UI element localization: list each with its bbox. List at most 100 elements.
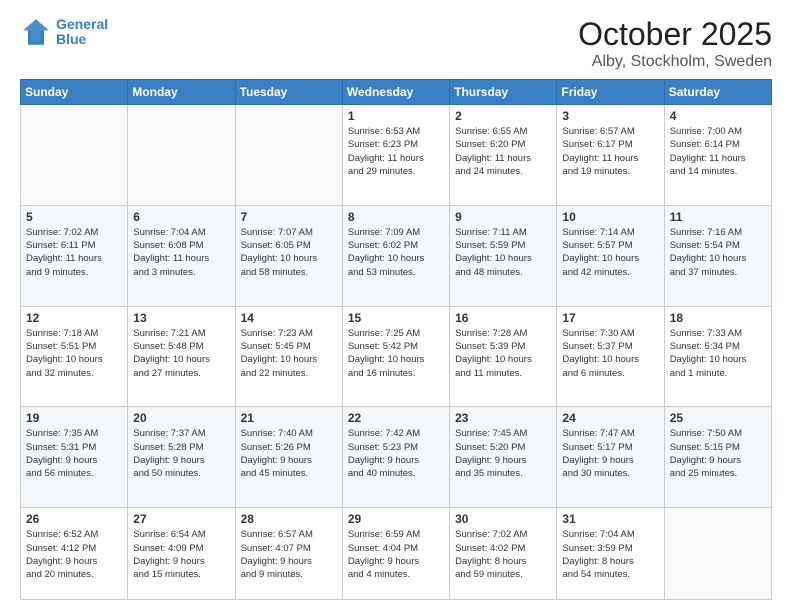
day-header-tuesday: Tuesday	[235, 80, 342, 105]
day-info: Sunrise: 6:55 AM Sunset: 6:20 PM Dayligh…	[455, 125, 551, 178]
day-info: Sunrise: 7:21 AM Sunset: 5:48 PM Dayligh…	[133, 327, 229, 380]
calendar-cell: 5Sunrise: 7:02 AM Sunset: 6:11 PM Daylig…	[21, 205, 128, 306]
day-number: 17	[562, 311, 658, 325]
day-number: 23	[455, 411, 551, 425]
calendar-cell	[235, 105, 342, 206]
day-number: 31	[562, 512, 658, 526]
day-info: Sunrise: 6:54 AM Sunset: 4:09 PM Dayligh…	[133, 528, 229, 581]
calendar-cell: 30 Sunrise: 7:02 AM Sunset: 4:02 PM Dayli…	[450, 508, 557, 600]
day-info: Sunrise: 7:02 AM Sunset: 4:02 PM Dayligh…	[455, 528, 551, 581]
day-info: Sunrise: 6:59 AM Sunset: 4:04 PM Dayligh…	[348, 528, 444, 581]
day-info: Sunrise: 7:09 AM Sunset: 6:02 PM Dayligh…	[348, 226, 444, 279]
day-number: 15	[348, 311, 444, 325]
calendar-cell	[21, 105, 128, 206]
day-number: 5	[26, 210, 122, 224]
day-number: 11	[670, 210, 766, 224]
logo-text: General Blue	[56, 17, 108, 48]
calendar-cell	[128, 105, 235, 206]
day-number: 6	[133, 210, 229, 224]
calendar-cell: 22 Sunrise: 7:42 AM Sunset: 5:23 PM Dayli…	[342, 407, 449, 508]
day-info: Sunrise: 7:50 AM Sunset: 5:15 PM Dayligh…	[670, 427, 766, 480]
calendar-cell: 14Sunrise: 7:23 AM Sunset: 5:45 PM Dayli…	[235, 306, 342, 407]
day-header-monday: Monday	[128, 80, 235, 105]
day-number: 26	[26, 512, 122, 526]
day-number: 9	[455, 210, 551, 224]
calendar-cell: 27 Sunrise: 6:54 AM Sunset: 4:09 PM Dayli…	[128, 508, 235, 600]
day-info: Sunrise: 6:57 AM Sunset: 4:07 PM Dayligh…	[241, 528, 337, 581]
day-number: 27	[133, 512, 229, 526]
calendar-cell: 25 Sunrise: 7:50 AM Sunset: 5:15 PM Dayli…	[664, 407, 771, 508]
day-number: 22	[348, 411, 444, 425]
calendar-cell: 11 Sunrise: 7:16 AM Sunset: 5:54 PM Dayli…	[664, 205, 771, 306]
logo-line1: General	[56, 16, 108, 32]
day-number: 2	[455, 109, 551, 123]
day-info: Sunrise: 7:25 AM Sunset: 5:42 PM Dayligh…	[348, 327, 444, 380]
calendar-cell: 12Sunrise: 7:18 AM Sunset: 5:51 PM Dayli…	[21, 306, 128, 407]
calendar-cell: 13Sunrise: 7:21 AM Sunset: 5:48 PM Dayli…	[128, 306, 235, 407]
subtitle: Alby, Stockholm, Sweden	[578, 53, 772, 71]
calendar-week-row: 5Sunrise: 7:02 AM Sunset: 6:11 PM Daylig…	[21, 205, 772, 306]
day-number: 19	[26, 411, 122, 425]
day-number: 29	[348, 512, 444, 526]
main-title: October 2025	[578, 16, 772, 53]
day-number: 30	[455, 512, 551, 526]
calendar-cell: 1Sunrise: 6:53 AM Sunset: 6:23 PM Daylig…	[342, 105, 449, 206]
day-number: 8	[348, 210, 444, 224]
calendar-cell: 15 Sunrise: 7:25 AM Sunset: 5:42 PM Dayli…	[342, 306, 449, 407]
calendar-cell: 7Sunrise: 7:07 AM Sunset: 6:05 PM Daylig…	[235, 205, 342, 306]
calendar-cell: 17Sunrise: 7:30 AM Sunset: 5:37 PM Dayli…	[557, 306, 664, 407]
day-info: Sunrise: 7:28 AM Sunset: 5:39 PM Dayligh…	[455, 327, 551, 380]
day-info: Sunrise: 7:00 AM Sunset: 6:14 PM Dayligh…	[670, 125, 766, 178]
calendar-cell: 24 Sunrise: 7:47 AM Sunset: 5:17 PM Dayli…	[557, 407, 664, 508]
day-info: Sunrise: 7:47 AM Sunset: 5:17 PM Dayligh…	[562, 427, 658, 480]
day-info: Sunrise: 7:16 AM Sunset: 5:54 PM Dayligh…	[670, 226, 766, 279]
day-number: 25	[670, 411, 766, 425]
day-number: 21	[241, 411, 337, 425]
day-header-wednesday: Wednesday	[342, 80, 449, 105]
calendar-cell: 20Sunrise: 7:37 AM Sunset: 5:28 PM Dayli…	[128, 407, 235, 508]
day-info: Sunrise: 6:52 AM Sunset: 4:12 PM Dayligh…	[26, 528, 122, 581]
day-info: Sunrise: 7:45 AM Sunset: 5:20 PM Dayligh…	[455, 427, 551, 480]
day-number: 16	[455, 311, 551, 325]
day-number: 20	[133, 411, 229, 425]
page: General Blue October 2025 Alby, Stockhol…	[0, 0, 792, 612]
day-number: 28	[241, 512, 337, 526]
day-info: Sunrise: 7:42 AM Sunset: 5:23 PM Dayligh…	[348, 427, 444, 480]
calendar-cell	[664, 508, 771, 600]
header: General Blue October 2025 Alby, Stockhol…	[20, 16, 772, 71]
day-number: 24	[562, 411, 658, 425]
day-info: Sunrise: 7:18 AM Sunset: 5:51 PM Dayligh…	[26, 327, 122, 380]
day-info: Sunrise: 7:33 AM Sunset: 5:34 PM Dayligh…	[670, 327, 766, 380]
day-info: Sunrise: 7:04 AM Sunset: 3:59 PM Dayligh…	[562, 528, 658, 581]
day-header-saturday: Saturday	[664, 80, 771, 105]
calendar-cell: 6 Sunrise: 7:04 AM Sunset: 6:08 PM Daylig…	[128, 205, 235, 306]
day-info: Sunrise: 7:14 AM Sunset: 5:57 PM Dayligh…	[562, 226, 658, 279]
calendar-cell: 2 Sunrise: 6:55 AM Sunset: 6:20 PM Daylig…	[450, 105, 557, 206]
calendar-cell: 3Sunrise: 6:57 AM Sunset: 6:17 PM Daylig…	[557, 105, 664, 206]
calendar-cell: 29 Sunrise: 6:59 AM Sunset: 4:04 PM Dayli…	[342, 508, 449, 600]
day-info: Sunrise: 7:04 AM Sunset: 6:08 PM Dayligh…	[133, 226, 229, 279]
day-number: 10	[562, 210, 658, 224]
calendar-cell: 19Sunrise: 7:35 AM Sunset: 5:31 PM Dayli…	[21, 407, 128, 508]
calendar-cell: 31 Sunrise: 7:04 AM Sunset: 3:59 PM Dayli…	[557, 508, 664, 600]
day-header-thursday: Thursday	[450, 80, 557, 105]
calendar-table: SundayMondayTuesdayWednesdayThursdayFrid…	[20, 79, 772, 600]
day-info: Sunrise: 6:57 AM Sunset: 6:17 PM Dayligh…	[562, 125, 658, 178]
logo: General Blue	[20, 16, 108, 48]
calendar-cell: 8 Sunrise: 7:09 AM Sunset: 6:02 PM Daylig…	[342, 205, 449, 306]
day-header-sunday: Sunday	[21, 80, 128, 105]
calendar-cell: 4Sunrise: 7:00 AM Sunset: 6:14 PM Daylig…	[664, 105, 771, 206]
day-number: 7	[241, 210, 337, 224]
calendar-week-row: 1Sunrise: 6:53 AM Sunset: 6:23 PM Daylig…	[21, 105, 772, 206]
day-number: 18	[670, 311, 766, 325]
logo-icon	[20, 16, 52, 48]
day-number: 14	[241, 311, 337, 325]
calendar-week-row: 19Sunrise: 7:35 AM Sunset: 5:31 PM Dayli…	[21, 407, 772, 508]
calendar-cell: 28 Sunrise: 6:57 AM Sunset: 4:07 PM Dayli…	[235, 508, 342, 600]
day-header-friday: Friday	[557, 80, 664, 105]
day-info: Sunrise: 7:40 AM Sunset: 5:26 PM Dayligh…	[241, 427, 337, 480]
day-info: Sunrise: 6:53 AM Sunset: 6:23 PM Dayligh…	[348, 125, 444, 178]
title-block: October 2025 Alby, Stockholm, Sweden	[578, 16, 772, 71]
calendar-cell: 26 Sunrise: 6:52 AM Sunset: 4:12 PM Dayli…	[21, 508, 128, 600]
day-info: Sunrise: 7:11 AM Sunset: 5:59 PM Dayligh…	[455, 226, 551, 279]
